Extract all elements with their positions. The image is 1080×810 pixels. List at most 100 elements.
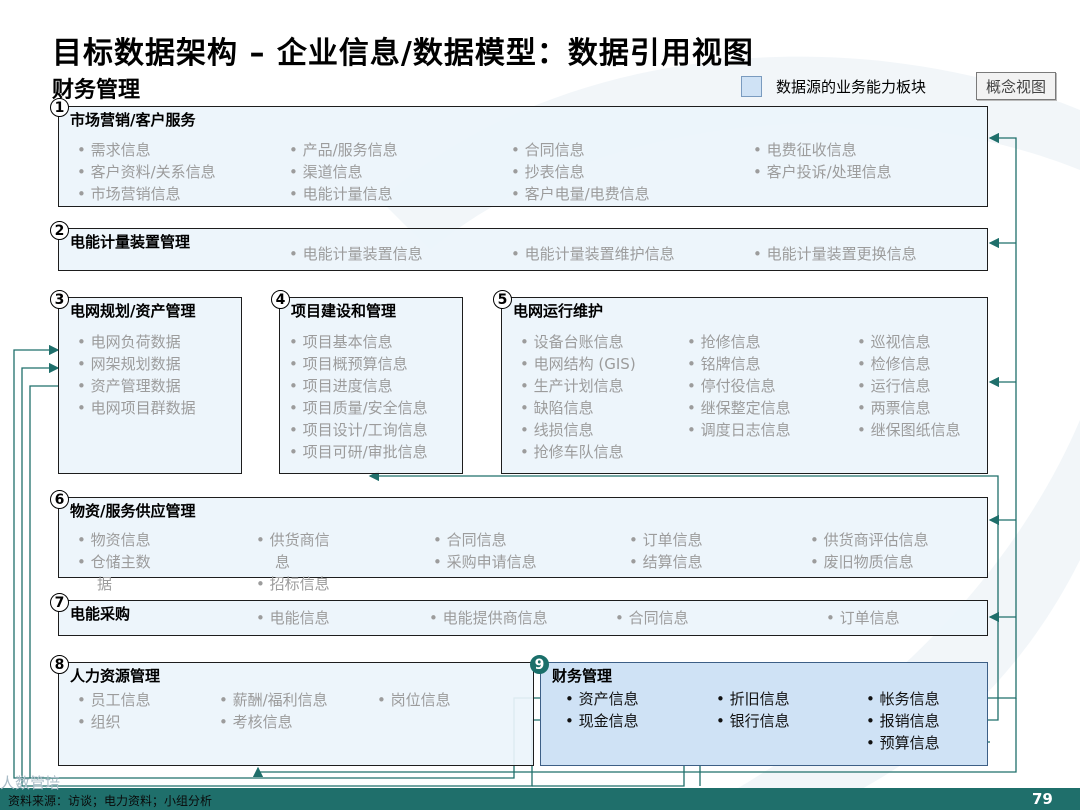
item: 废旧物质信息 [810,551,914,573]
box-title: 电网运行维护 [513,302,604,320]
box-marketing-customer-service: 市场营销/客户服务 需求信息 客户资料/关系信息 市场营销信息 产品/服务信息 … [58,106,988,207]
box-metering-device-management: 电能计量装置管理 电能计量装置信息 电能计量装置维护信息 电能计量装置更换信息 [58,228,988,271]
item: 产品/服务信息 [289,139,398,161]
item: 客户投诉/处理信息 [753,161,892,183]
item: 巡视信息 [857,331,931,353]
box-title: 电网规划/资产管理 [70,302,196,320]
item: 市场营销信息 [77,183,181,205]
item: 电能计量信息 [289,183,393,205]
item: 继保整定信息 [687,397,791,419]
legend-label: 数据源的业务能力板块 [776,78,927,96]
box-power-procurement: 电能采购 电能信息 电能提供商信息 合同信息 订单信息 [58,600,988,636]
item: 电网结构 (GIS) [520,353,636,375]
item: 薪酬/福利信息 [219,689,328,711]
item: 抄表信息 [511,161,585,183]
item: 资产管理数据 [77,375,181,397]
box-number-badge: 9 [530,655,549,674]
item: 结算信息 [629,551,703,573]
box-title: 市场营销/客户服务 [70,111,196,129]
item: 电能计量装置信息 [289,243,423,265]
item: 继保图纸信息 [857,419,961,441]
item: 缺陷信息 [520,397,594,419]
item: 招标信息 [256,573,330,595]
box-number-badge: 3 [50,290,69,309]
item: 线损信息 [520,419,594,441]
item: 运行信息 [857,375,931,397]
concept-view-badge: 概念视图 [976,72,1056,100]
box-title: 财务管理 [552,667,613,685]
item: 客户电量/电费信息 [511,183,650,205]
item: 抢修信息 [687,331,761,353]
box-grid-operation-maintenance: 电网运行维护 设备台账信息 电网结构 (GIS) 生产计划信息 缺陷信息 线损信… [501,297,988,474]
item: 供货商评估信息 [810,529,929,551]
item: 电费征收信息 [753,139,857,161]
item: 合同信息 [511,139,585,161]
box-number-badge: 7 [50,593,69,612]
item: 息 [275,553,291,571]
item: 生产计划信息 [520,375,624,397]
item: 电网项目群数据 [77,397,196,419]
footer-source: 资料来源：访谈；电力资料；小组分析 [8,794,213,808]
item: 现金信息 [565,710,639,732]
item: 折旧信息 [716,688,790,710]
item: 报销信息 [866,710,940,732]
item: 检修信息 [857,353,931,375]
item: 供货商信 [256,529,330,551]
item: 员工信息 [77,689,151,711]
item: 电网负荷数据 [77,331,181,353]
box-project-construction-management: 项目建设和管理 项目基本信息 项目概预算信息 项目进度信息 项目质量/安全信息 … [279,297,463,474]
item: 据 [97,575,113,593]
box-title: 人力资源管理 [70,667,161,685]
item: 项目进度信息 [289,375,393,397]
item: 电能计量装置更换信息 [753,243,917,265]
item: 物资信息 [77,529,151,551]
box-number-badge: 5 [493,290,512,309]
box-financial-management: 财务管理 资产信息 现金信息 折旧信息 银行信息 帐务信息 报销信息 预算信息 [540,662,988,766]
item: 帐务信息 [866,688,940,710]
item: 电能计量装置维护信息 [511,243,675,265]
item: 抢修车队信息 [520,441,624,463]
item: 组织 [77,711,121,733]
box-title: 物资/服务供应管理 [70,502,196,520]
box-number-badge: 6 [50,490,69,509]
item: 停付役信息 [687,375,776,397]
item: 电能信息 [256,607,330,629]
box-title: 电能采购 [70,605,131,623]
item: 仓储主数 [77,551,151,573]
item: 项目概预算信息 [289,353,408,375]
item: 银行信息 [716,710,790,732]
item: 项目设计/工询信息 [289,419,428,441]
item: 渠道信息 [289,161,363,183]
item: 电能提供商信息 [429,607,548,629]
item: 订单信息 [629,529,703,551]
legend-swatch [741,76,762,97]
box-grid-planning-asset-management: 电网规划/资产管理 电网负荷数据 网架规划数据 资产管理数据 电网项目群数据 [58,297,242,474]
item: 客户资料/关系信息 [77,161,216,183]
item: 两票信息 [857,397,931,419]
box-number-badge: 2 [50,221,69,240]
item: 设备台账信息 [520,331,624,353]
legend: 数据源的业务能力板块 [741,76,926,97]
watermark: 人数管培 [0,774,61,792]
item: 项目可研/审批信息 [289,441,428,463]
box-human-resources: 人力资源管理 员工信息 组织 薪酬/福利信息 考核信息 岗位信息 [58,662,534,766]
item: 需求信息 [77,139,151,161]
item: 订单信息 [826,607,900,629]
box-number-badge: 8 [50,655,69,674]
item: 合同信息 [615,607,689,629]
item: 考核信息 [219,711,293,733]
box-title: 电能计量装置管理 [70,233,191,251]
box-material-service-supply: 物资/服务供应管理 物资信息 仓储主数 据 供货商信 息 招标信息 合同信息 采… [58,497,988,593]
page-number: 79 [1032,790,1053,808]
box-number-badge: 4 [271,290,290,309]
item: 网架规划数据 [77,353,181,375]
item: 项目质量/安全信息 [289,397,428,419]
page-title: 目标数据架构 – 企业信息/数据模型：数据引用视图 [52,36,754,71]
box-number-badge: 1 [50,98,69,117]
item: 采购申请信息 [433,551,537,573]
item: 调度日志信息 [687,419,791,441]
item: 预算信息 [866,732,940,754]
item: 项目基本信息 [289,331,393,353]
item: 合同信息 [433,529,507,551]
item: 岗位信息 [377,689,451,711]
